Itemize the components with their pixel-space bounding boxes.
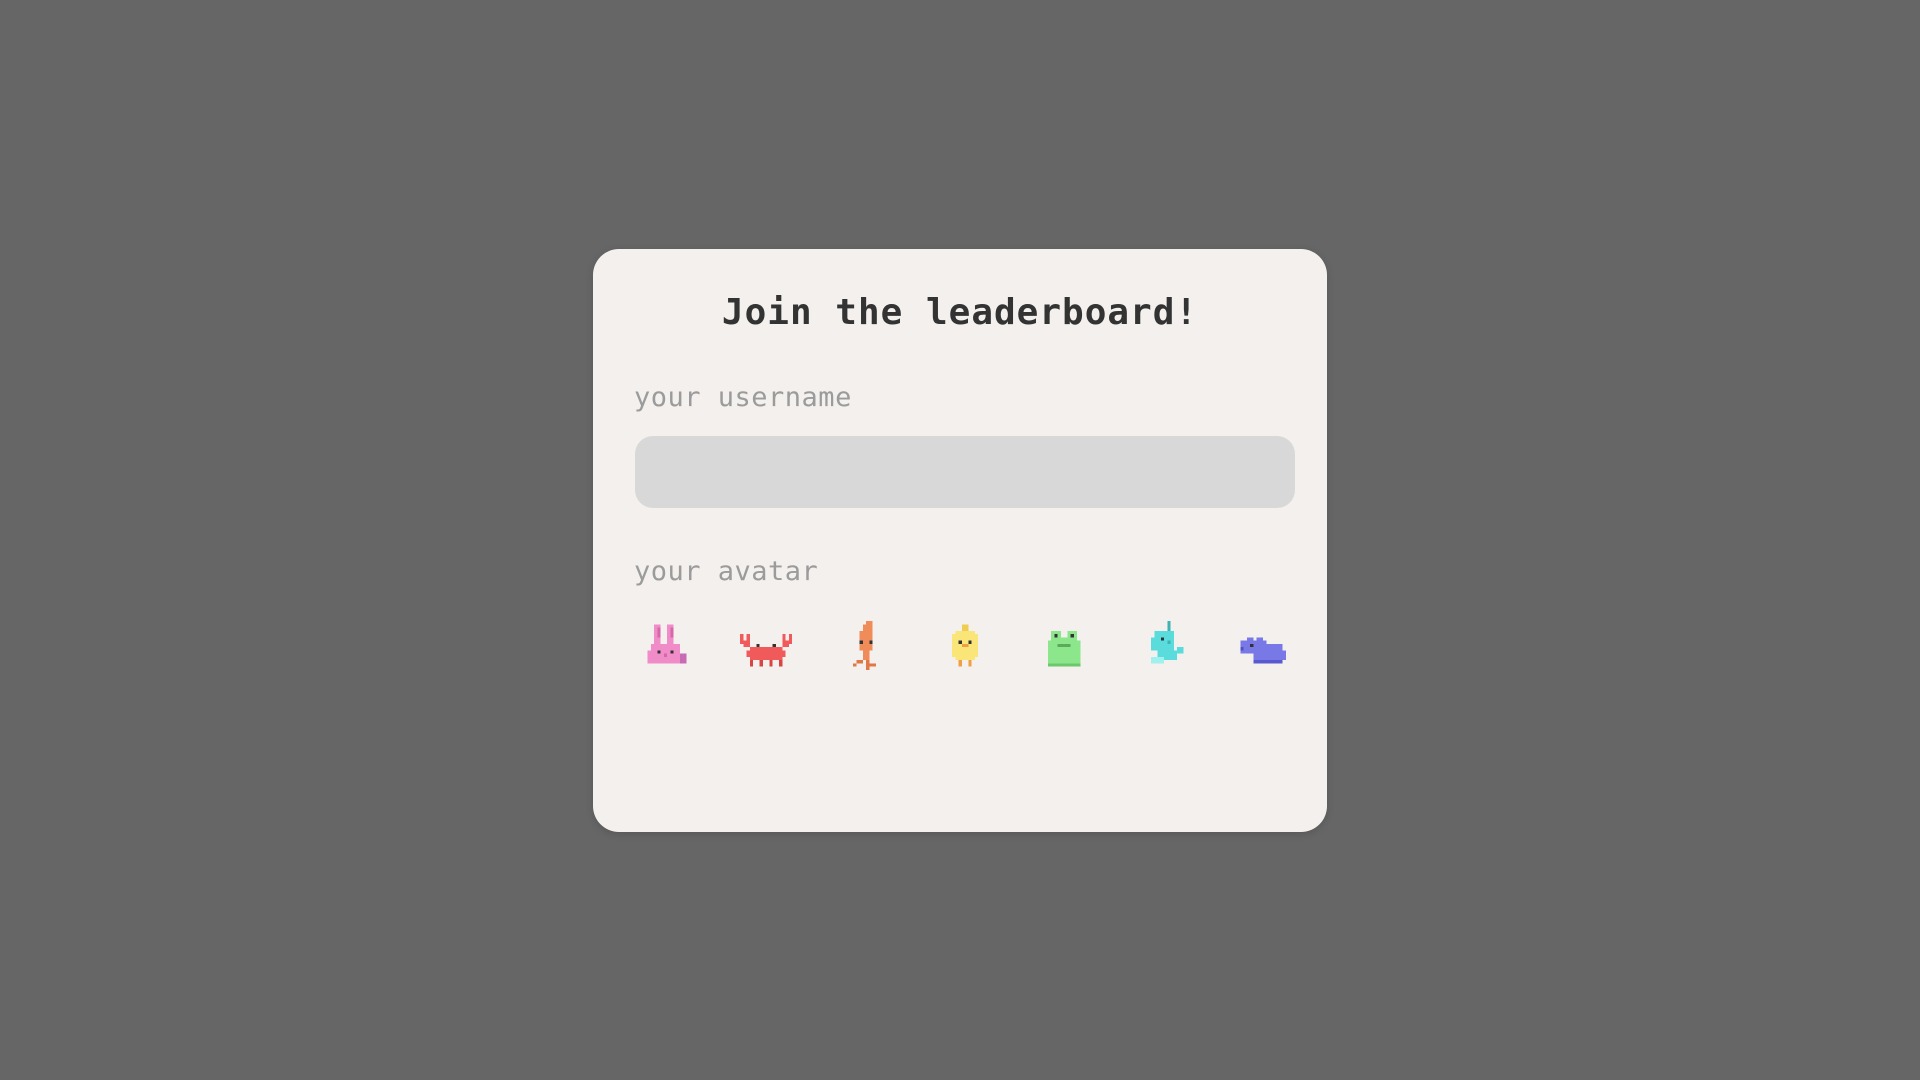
crab-icon — [740, 634, 793, 667]
narwhal-icon — [1150, 621, 1184, 664]
avatar-option-frog[interactable] — [1032, 615, 1096, 679]
avatar-option-bunny[interactable] — [635, 615, 699, 679]
avatar-option-chick[interactable] — [933, 615, 997, 679]
join-leaderboard-dialog: Join the leaderboard! your username your… — [593, 249, 1327, 832]
bunny-icon — [647, 624, 687, 664]
hippo-icon — [1240, 637, 1286, 664]
avatar-option-hippo[interactable] — [1231, 615, 1295, 679]
username-label: your username — [634, 382, 852, 413]
chick-icon — [951, 624, 978, 667]
frog-icon — [1048, 630, 1081, 667]
avatar-option-crab[interactable] — [734, 615, 798, 679]
avatar-option-squid[interactable] — [834, 615, 898, 679]
squid-icon — [852, 621, 876, 670]
avatar-option-narwhal[interactable] — [1132, 615, 1196, 679]
avatar-picker — [635, 615, 1295, 679]
avatar-label: your avatar — [634, 556, 819, 587]
dialog-title: Join the leaderboard! — [721, 292, 1199, 333]
username-input[interactable] — [635, 436, 1295, 508]
